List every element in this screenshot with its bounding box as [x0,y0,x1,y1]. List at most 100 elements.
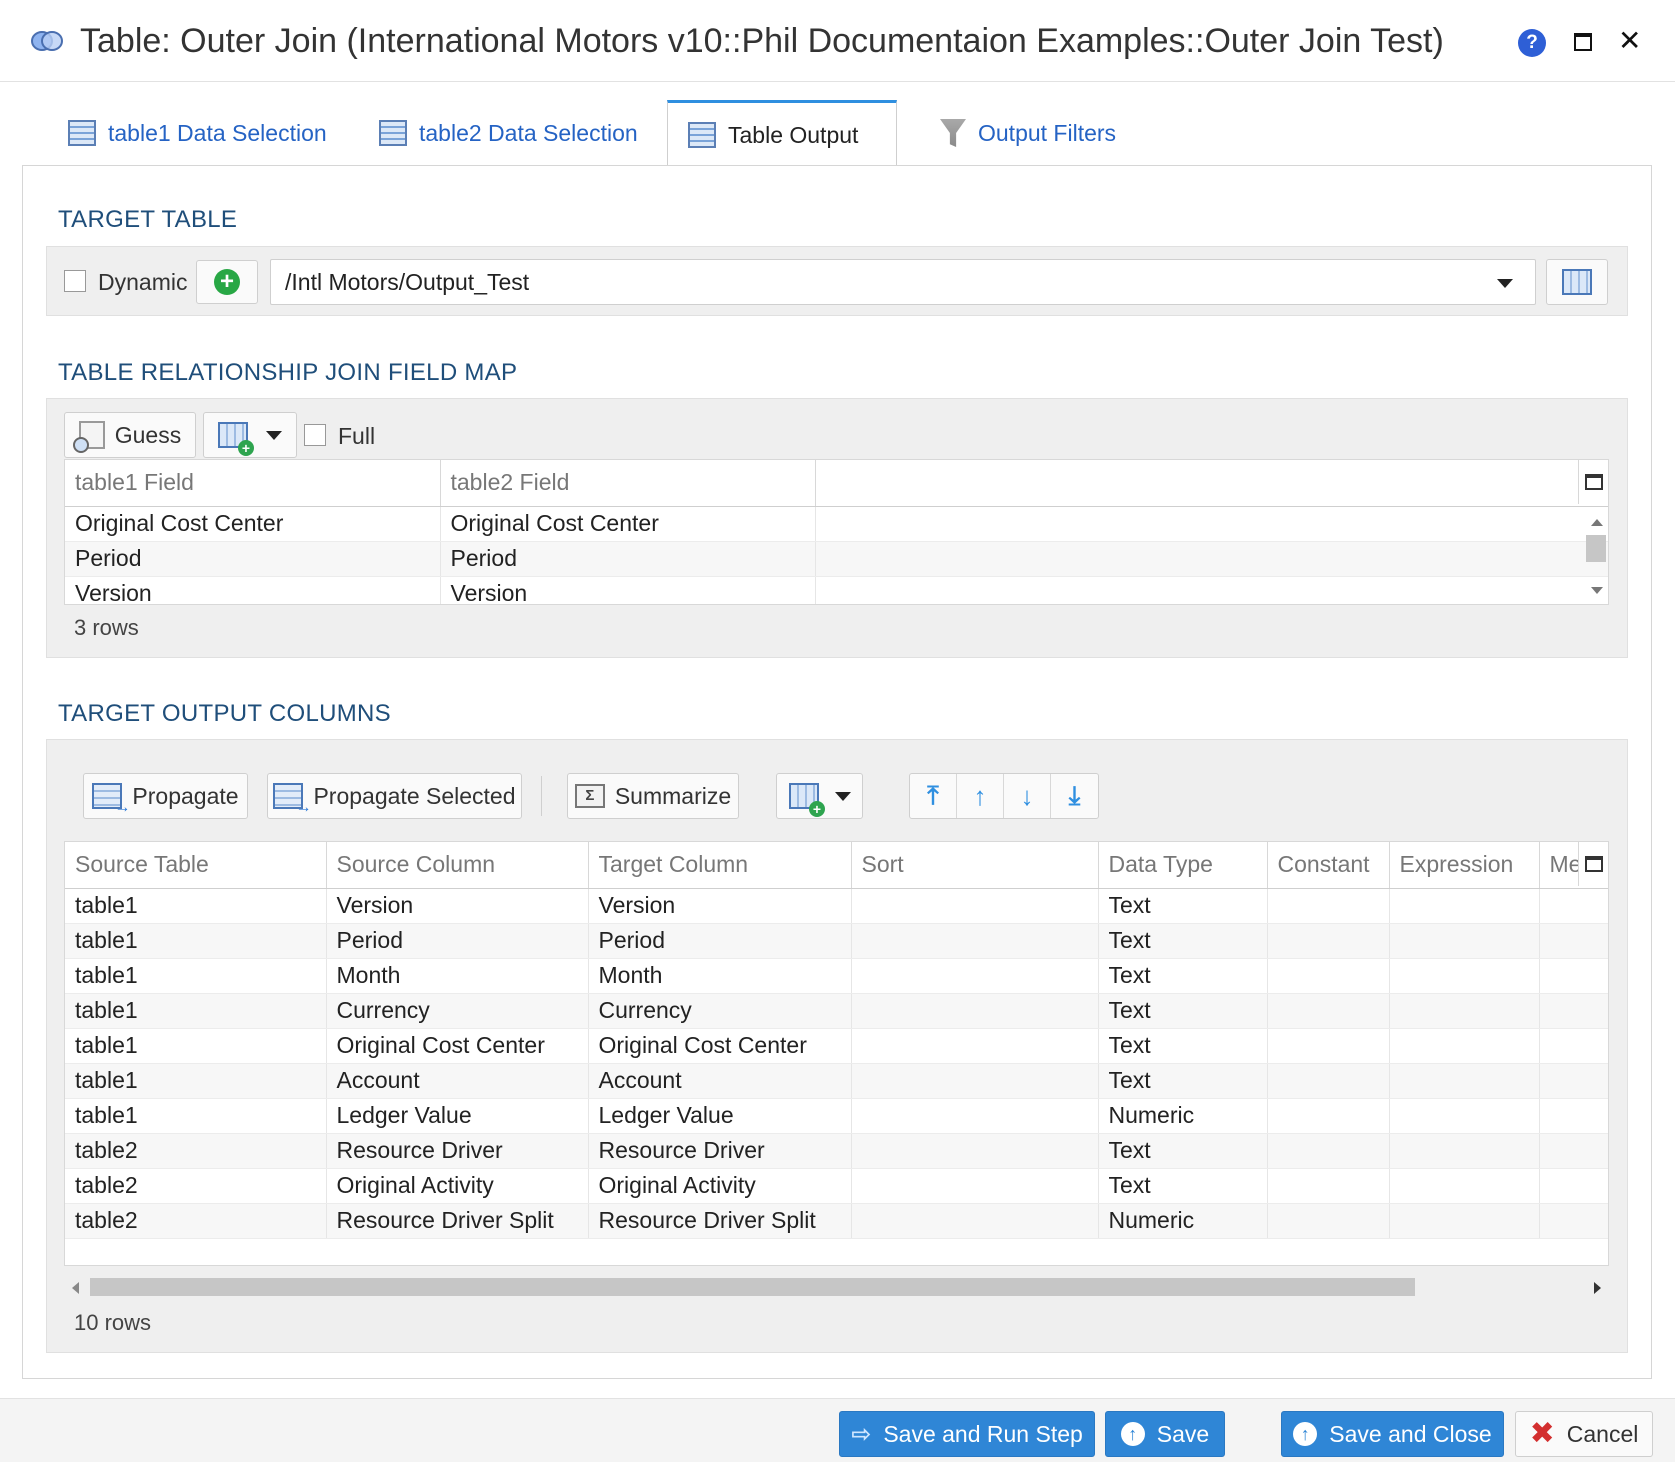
table-cell[interactable]: Original Activity [588,1168,852,1204]
table-cell[interactable] [1539,1133,1608,1169]
save-and-close-button[interactable]: ↑ Save and Close [1281,1411,1504,1457]
table-cell[interactable] [851,993,1099,1029]
move-top-icon[interactable]: ⤒ [910,774,957,818]
table-cell[interactable] [1539,923,1608,959]
scroll-thumb[interactable] [1586,535,1606,562]
table-cell[interactable] [1267,993,1390,1029]
table-cell[interactable] [1389,1133,1540,1169]
table-row[interactable]: table1 Version Version Text [65,888,1608,924]
table-row[interactable]: table1 Account Account Text [65,1063,1608,1099]
table-cell[interactable] [851,1203,1099,1239]
table-cell[interactable] [815,541,1608,577]
move-down-icon[interactable]: ↓ [1004,774,1051,818]
column-chooser-button[interactable] [1578,460,1608,504]
table-cell[interactable]: table1 [65,1098,327,1134]
table-cell[interactable]: Text [1098,1168,1268,1204]
table-cell[interactable] [1539,958,1608,994]
table-cell[interactable]: Numeric [1098,1098,1268,1134]
table-cell[interactable]: table1 [65,1063,327,1099]
table-cell[interactable]: Resource Driver [326,1133,589,1169]
table-cell[interactable] [1267,923,1390,959]
table-cell[interactable] [1267,1063,1390,1099]
table-row[interactable]: table2 Resource Driver Split Resource Driv… [65,1203,1608,1239]
column-header[interactable]: Expression [1389,842,1540,889]
table-cell[interactable] [1539,888,1608,924]
table-cell[interactable]: Original Cost Center [326,1028,589,1064]
table-cell[interactable]: Text [1098,1028,1268,1064]
table-cell[interactable] [1267,1168,1390,1204]
column-header[interactable]: Data Type [1098,842,1268,889]
table-cell[interactable]: Period [326,923,589,959]
add-join-row-button[interactable] [203,412,297,458]
table-row[interactable]: table1 Ledger Value Ledger Value Numeric [65,1098,1608,1134]
dynamic-checkbox[interactable] [64,270,86,292]
table-cell[interactable] [851,1028,1099,1064]
table-cell[interactable]: Version [326,888,589,924]
guess-button[interactable]: Guess [64,412,196,458]
table-cell[interactable]: table1 [65,888,327,924]
table-cell[interactable]: Text [1098,888,1268,924]
table-row[interactable]: table1 Currency Currency Text [65,993,1608,1029]
table-cell[interactable] [1267,1203,1390,1239]
table-row[interactable]: Original Cost Center Original Cost Cente… [65,506,1608,542]
table-row[interactable]: Version Version [65,576,1608,604]
table-cell[interactable]: Text [1098,1063,1268,1099]
table-cell[interactable]: table2 [65,1133,327,1169]
table-cell[interactable] [1389,888,1540,924]
table-cell[interactable] [851,1133,1099,1169]
table-cell[interactable]: Text [1098,958,1268,994]
table-cell[interactable]: Currency [588,993,852,1029]
scroll-left-icon[interactable] [72,1282,79,1294]
table-cell[interactable] [851,1098,1099,1134]
move-up-icon[interactable]: ↑ [957,774,1004,818]
close-icon[interactable]: ✕ [1618,24,1641,58]
help-icon[interactable]: ? [1518,29,1546,57]
table-cell[interactable]: Period [65,541,441,577]
table-cell[interactable]: table1 [65,958,327,994]
table-cell[interactable] [1539,1098,1608,1134]
table-cell[interactable]: Currency [326,993,589,1029]
table-cell[interactable]: Resource Driver Split [326,1203,589,1239]
chevron-down-icon[interactable] [835,791,851,801]
table-cell[interactable]: Original Cost Center [588,1028,852,1064]
table-cell[interactable] [1389,958,1540,994]
column-header[interactable]: Source Table [65,842,327,889]
table-cell[interactable]: table1 [65,923,327,959]
summarize-button[interactable]: Σ Summarize [567,773,739,819]
maximize-icon[interactable] [1574,33,1592,51]
table-cell[interactable] [1389,1028,1540,1064]
table-cell[interactable] [1539,1203,1608,1239]
table-row[interactable]: table2 Resource Driver Resource Driver Text [65,1133,1608,1169]
cancel-button[interactable]: ✖ Cancel [1515,1411,1653,1457]
table-cell[interactable]: Original Cost Center [65,506,441,542]
move-bottom-icon[interactable]: ⤓ [1051,774,1098,818]
table-cell[interactable]: Month [326,958,589,994]
column-header[interactable]: Target Column [588,842,852,889]
table-row[interactable]: table1 Period Period Text [65,923,1608,959]
table-cell[interactable] [1267,1028,1390,1064]
tab-table1-data-selection[interactable]: table1 Data Selection [48,100,347,166]
table-cell[interactable]: Account [326,1063,589,1099]
table-cell[interactable] [1267,888,1390,924]
join-map-scrollbar[interactable] [1585,507,1607,603]
table-cell[interactable]: Account [588,1063,852,1099]
table-cell[interactable] [815,576,1608,604]
table-cell[interactable]: Period [588,923,852,959]
table-cell[interactable]: Version [65,576,441,604]
table-row[interactable]: Period Period [65,541,1608,577]
add-output-column-button[interactable] [776,773,863,819]
table-cell[interactable]: table2 [65,1203,327,1239]
scroll-thumb[interactable] [90,1278,1415,1296]
save-and-run-step-button[interactable]: ⇨ Save and Run Step [839,1411,1095,1457]
column-header[interactable] [815,460,1608,507]
table-cell[interactable] [1389,1168,1540,1204]
column-header[interactable]: Sort [851,842,1099,889]
save-button[interactable]: ↑ Save [1105,1411,1225,1457]
table-row[interactable]: table1 Original Cost Center Original Cost … [65,1028,1608,1064]
table-cell[interactable]: table2 [65,1168,327,1204]
table-cell[interactable] [1267,958,1390,994]
table-cell[interactable] [1539,1168,1608,1204]
table-cell[interactable]: Month [588,958,852,994]
column-header[interactable]: Source Column [326,842,589,889]
scroll-right-icon[interactable] [1594,1282,1601,1294]
